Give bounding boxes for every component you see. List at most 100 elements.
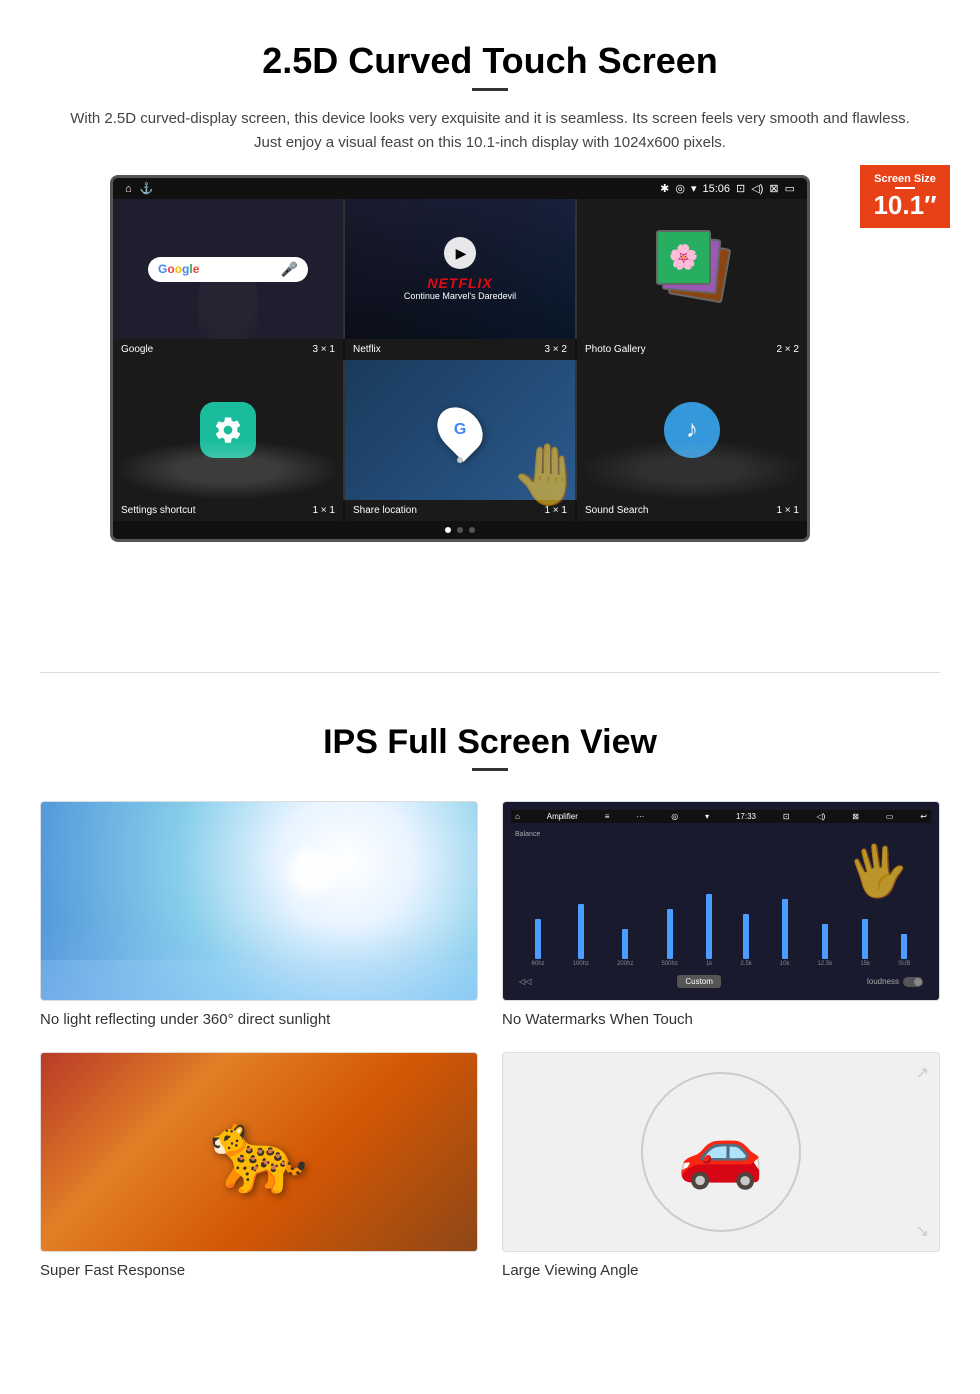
share-location-content: G 🤚 bbox=[345, 360, 575, 500]
car-visual: 🚗 ↗ ↘ bbox=[503, 1053, 939, 1251]
battery-icon: ⊠ bbox=[769, 182, 778, 195]
app-cell-settings[interactable] bbox=[113, 360, 343, 500]
eq-bar-value-1k bbox=[706, 894, 712, 959]
amp-loudness-toggle: loudness bbox=[867, 977, 923, 987]
sunlight-label: No light reflecting under 360° direct su… bbox=[40, 1011, 478, 1028]
google-label: Google 3 × 1 bbox=[113, 339, 343, 360]
map-pin-shadow bbox=[457, 457, 463, 463]
amp-header: ⌂ Amplifier ≡ ··· ◎ ▾ 17:33 ⊡ ◁) ⊠ ▭ ↩ bbox=[511, 810, 931, 823]
angle-arrow-2: ↘ bbox=[916, 1221, 929, 1241]
eq-bar-60hz: 60hz bbox=[532, 867, 545, 967]
eq-bar-value-100hz bbox=[578, 904, 584, 959]
home-icon: ⌂ bbox=[125, 183, 132, 195]
nav-dot-2[interactable] bbox=[457, 527, 463, 533]
cheetah-visual: 🐆 bbox=[41, 1053, 477, 1251]
fast-response-label: Super Fast Response bbox=[40, 1262, 478, 1279]
eq-bar-value-sub bbox=[901, 934, 907, 959]
netflix-logo: NETFLIX bbox=[427, 275, 492, 291]
section1-title: 2.5D Curved Touch Screen bbox=[60, 40, 920, 82]
amp-bat: ⊠ bbox=[852, 812, 859, 821]
app-cell-netflix[interactable]: ▶ NETFLIX Continue Marvel's Daredevil bbox=[345, 199, 575, 339]
flower-image: 🌸 bbox=[669, 243, 699, 272]
sound-app-size: 1 × 1 bbox=[776, 505, 799, 516]
location-icon: ◎ bbox=[675, 182, 685, 195]
photo-gallery-label: Photo Gallery 2 × 2 bbox=[577, 339, 807, 360]
app-cell-share-location[interactable]: G 🤚 bbox=[345, 360, 575, 500]
photo-gallery-content: 🌸 bbox=[577, 199, 807, 339]
window-icon: ▭ bbox=[785, 182, 795, 195]
navigation-dots bbox=[113, 521, 807, 539]
share-app-name: Share location bbox=[353, 505, 417, 516]
map-icon: G bbox=[440, 405, 480, 455]
watermarks-image: ⌂ Amplifier ≡ ··· ◎ ▾ 17:33 ⊡ ◁) ⊠ ▭ ↩ bbox=[502, 801, 940, 1001]
app-cell-google[interactable]: Google 🎤 bbox=[113, 199, 343, 339]
sound-bg-glow bbox=[577, 440, 807, 500]
usb-icon: ⚓ bbox=[140, 182, 154, 195]
google-logo: Google bbox=[158, 262, 199, 276]
toggle-knob bbox=[914, 978, 922, 986]
eq-label-10k: 10k bbox=[780, 961, 790, 967]
status-bar-right: ✱ ◎ ▾ 15:06 ⊡ ◁) ⊠ ▭ bbox=[660, 182, 795, 195]
google-cell-content: Google 🎤 bbox=[113, 199, 343, 339]
nav-dot-3[interactable] bbox=[469, 527, 475, 533]
amp-back: ↩ bbox=[920, 812, 927, 821]
badge-underline bbox=[895, 187, 915, 189]
amp-title: Amplifier bbox=[547, 812, 578, 821]
bluetooth-icon: ✱ bbox=[660, 182, 669, 195]
feature-viewing-angle: 🚗 ↗ ↘ Large Viewing Angle bbox=[502, 1052, 940, 1279]
settings-bg-glow bbox=[113, 440, 343, 500]
screen-size-value: 10.1″ bbox=[873, 190, 936, 220]
device-screen: ⌂ ⚓ ✱ ◎ ▾ 15:06 ⊡ ◁) ⊠ ▭ bbox=[110, 175, 810, 542]
amp-loudness-label: loudness bbox=[867, 977, 899, 986]
screen-size-badge: Screen Size 10.1″ bbox=[860, 165, 950, 228]
google-search-bar[interactable]: Google 🎤 bbox=[148, 257, 308, 282]
eq-bar-1k: 1k bbox=[706, 867, 712, 967]
section2-title: IPS Full Screen View bbox=[40, 723, 940, 762]
eq-label-60hz: 60hz bbox=[532, 961, 545, 967]
amp-home-icon: ⌂ bbox=[515, 812, 520, 821]
car-image: 🚗 ↗ ↘ bbox=[502, 1052, 940, 1252]
google-app-name: Google bbox=[121, 344, 153, 355]
nav-dot-1[interactable] bbox=[445, 527, 451, 533]
play-icon: ▶ bbox=[456, 245, 467, 262]
netflix-play-button[interactable]: ▶ bbox=[444, 237, 476, 269]
features-grid: No light reflecting under 360° direct su… bbox=[40, 801, 940, 1279]
settings-app-name: Settings shortcut bbox=[121, 505, 195, 516]
amp-preset-text: Custom bbox=[685, 977, 713, 986]
eq-bar-200hz: 200hz bbox=[617, 867, 633, 967]
eq-label-sub: SUB bbox=[898, 961, 910, 967]
photo-stack: 🌸 bbox=[652, 229, 732, 309]
map-pin: G bbox=[428, 398, 492, 462]
title-underline bbox=[472, 88, 508, 91]
hand-spacer bbox=[60, 562, 920, 622]
car-circle-border: 🚗 bbox=[641, 1072, 801, 1232]
netflix-subtitle: Continue Marvel's Daredevil bbox=[404, 291, 516, 301]
feature-fast-response: 🐆 Super Fast Response bbox=[40, 1052, 478, 1279]
feature-sunlight: No light reflecting under 360° direct su… bbox=[40, 801, 478, 1028]
status-bar-left: ⌂ ⚓ bbox=[125, 182, 153, 195]
amp-wifi-icon: ▾ bbox=[705, 812, 709, 821]
photo-card-1: 🌸 bbox=[656, 230, 711, 285]
app-cell-photo-gallery[interactable]: 🌸 bbox=[577, 199, 807, 339]
toggle-switch[interactable] bbox=[903, 977, 923, 987]
angle-arrow-1: ↗ bbox=[916, 1063, 929, 1083]
cheetah-image: 🐆 bbox=[40, 1052, 478, 1252]
device-mockup: ⌂ ⚓ ✱ ◎ ▾ 15:06 ⊡ ◁) ⊠ ▭ bbox=[110, 175, 870, 542]
cheetah-emoji: 🐆 bbox=[209, 1105, 309, 1199]
section1-description: With 2.5D curved-display screen, this de… bbox=[60, 107, 920, 155]
amp-location-icon: ◎ bbox=[671, 812, 678, 821]
eq-label-2k5: 2.5k bbox=[740, 961, 751, 967]
eq-label-200hz: 200hz bbox=[617, 961, 633, 967]
amp-back-btn: ◁◁ bbox=[519, 977, 531, 986]
section-ips: IPS Full Screen View No light reflecting… bbox=[0, 703, 980, 1319]
eq-bar-value-500hz bbox=[667, 909, 673, 959]
sunlight-image bbox=[40, 801, 478, 1001]
sound-search-app-label: Sound Search 1 × 1 bbox=[577, 500, 807, 521]
amp-preset-label: Custom bbox=[677, 975, 721, 988]
eq-bar-12k5: 12.5k bbox=[818, 867, 833, 967]
camera-icon: ⊡ bbox=[736, 182, 745, 195]
amp-footer: ◁◁ Custom loudness bbox=[511, 971, 931, 992]
section-divider bbox=[40, 672, 940, 673]
app-cell-sound-search[interactable]: ♪ bbox=[577, 360, 807, 500]
eq-label-12k5: 12.5k bbox=[818, 961, 833, 967]
